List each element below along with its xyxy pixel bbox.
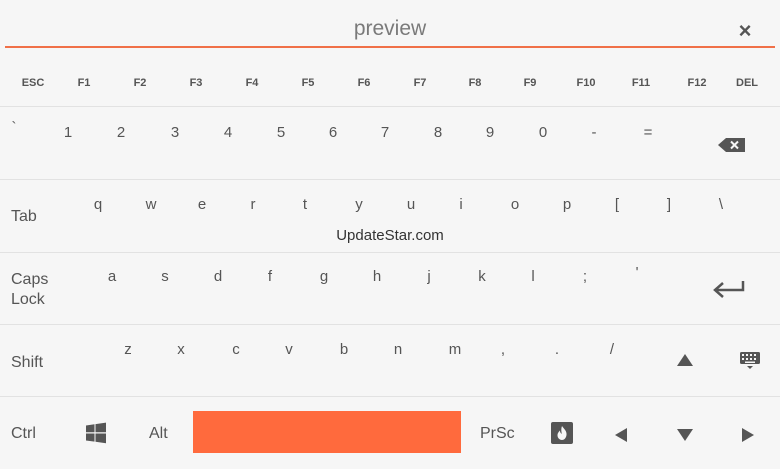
windows-icon[interactable] [85, 422, 107, 444]
fire-icon[interactable] [551, 422, 573, 444]
keyboard-icon[interactable] [739, 351, 761, 371]
key-t[interactable]: t [303, 196, 307, 213]
key-f9[interactable]: F9 [524, 77, 537, 89]
preview-underline [5, 46, 775, 48]
key-a[interactable]: a [108, 268, 116, 285]
key-del[interactable]: DEL [736, 77, 758, 89]
key-n[interactable]: n [394, 341, 402, 358]
caps-lock-key[interactable]: Caps Lock [11, 270, 48, 310]
key-d[interactable]: d [214, 268, 222, 285]
key-bracket-right[interactable]: ] [667, 196, 671, 213]
key-f6[interactable]: F6 [358, 77, 371, 89]
key-backslash[interactable]: \ [719, 196, 723, 213]
space-bar[interactable] [193, 411, 461, 453]
key-z[interactable]: z [124, 341, 132, 358]
key-f8[interactable]: F8 [469, 77, 482, 89]
prsc-key[interactable]: PrSc [480, 424, 515, 444]
key-f2[interactable]: F2 [134, 77, 147, 89]
key-f3[interactable]: F3 [190, 77, 203, 89]
watermark: UpdateStar.com [336, 227, 444, 244]
key-comma[interactable]: , [501, 341, 505, 358]
key-0[interactable]: 0 [539, 124, 547, 141]
key-1[interactable]: 1 [64, 124, 72, 141]
function-row: ESC F1 F2 F3 F4 F5 F6 F7 F8 F9 F10 F11 F… [0, 61, 780, 106]
key-q[interactable]: q [94, 196, 102, 213]
key-f10[interactable]: F10 [577, 77, 596, 89]
key-f12[interactable]: F12 [688, 77, 707, 89]
arrow-left-icon[interactable] [614, 427, 628, 443]
key-y[interactable]: y [355, 196, 363, 213]
key-k[interactable]: k [478, 268, 486, 285]
key-esc[interactable]: ESC [22, 77, 45, 89]
enter-icon[interactable] [712, 279, 746, 299]
number-row: ` 1 2 3 4 5 6 7 8 9 0 - = [0, 106, 780, 180]
key-5[interactable]: 5 [277, 124, 285, 141]
arrow-up-icon[interactable] [676, 353, 694, 367]
preview-bar: preview × [0, 0, 780, 50]
key-r[interactable]: r [251, 196, 256, 213]
ctrl-key[interactable]: Ctrl [11, 424, 36, 444]
key-2[interactable]: 2 [117, 124, 125, 141]
key-f[interactable]: f [268, 268, 272, 285]
caps-row: Caps Lock a s d f g h j k l ; ' [0, 252, 780, 325]
key-f11[interactable]: F11 [632, 77, 650, 89]
backspace-icon[interactable] [717, 137, 747, 153]
key-backtick[interactable]: ` [12, 119, 17, 136]
key-9[interactable]: 9 [486, 124, 494, 141]
key-f1[interactable]: F1 [78, 77, 91, 89]
key-j[interactable]: j [427, 268, 430, 285]
key-slash[interactable]: / [610, 341, 614, 358]
key-x[interactable]: x [177, 341, 185, 358]
key-minus[interactable]: - [592, 124, 597, 141]
key-3[interactable]: 3 [171, 124, 179, 141]
key-8[interactable]: 8 [434, 124, 442, 141]
alt-key[interactable]: Alt [149, 424, 168, 444]
key-h[interactable]: h [373, 268, 381, 285]
key-f5[interactable]: F5 [302, 77, 315, 89]
key-w[interactable]: w [146, 196, 157, 213]
key-f4[interactable]: F4 [246, 77, 259, 89]
key-l[interactable]: l [531, 268, 534, 285]
key-v[interactable]: v [285, 341, 293, 358]
key-i[interactable]: i [459, 196, 462, 213]
key-p[interactable]: p [563, 196, 571, 213]
key-o[interactable]: o [511, 196, 519, 213]
key-u[interactable]: u [407, 196, 415, 213]
close-button[interactable]: × [734, 20, 756, 42]
key-g[interactable]: g [320, 268, 328, 285]
caps-lock-label-line1: Caps [11, 271, 49, 288]
preview-text: preview [353, 17, 427, 40]
arrow-down-icon[interactable] [676, 428, 694, 442]
key-4[interactable]: 4 [224, 124, 232, 141]
key-bracket-left[interactable]: [ [615, 196, 619, 213]
key-7[interactable]: 7 [381, 124, 389, 141]
shift-key[interactable]: Shift [11, 353, 43, 373]
tab-key[interactable]: Tab [11, 207, 37, 227]
arrow-right-icon[interactable] [741, 427, 755, 443]
key-e[interactable]: e [198, 196, 206, 213]
key-equals[interactable]: = [644, 124, 653, 141]
key-m[interactable]: m [449, 341, 462, 358]
key-semicolon[interactable]: ; [583, 268, 587, 285]
key-period[interactable]: . [555, 341, 559, 358]
key-6[interactable]: 6 [329, 124, 337, 141]
key-s[interactable]: s [161, 268, 169, 285]
key-b[interactable]: b [340, 341, 348, 358]
shift-row: Shift z x c v b n m , . / [0, 324, 780, 397]
key-quote[interactable]: ' [636, 264, 639, 281]
caps-lock-label-line2: Lock [11, 291, 45, 308]
key-c[interactable]: c [232, 341, 240, 358]
key-f7[interactable]: F7 [414, 77, 427, 89]
